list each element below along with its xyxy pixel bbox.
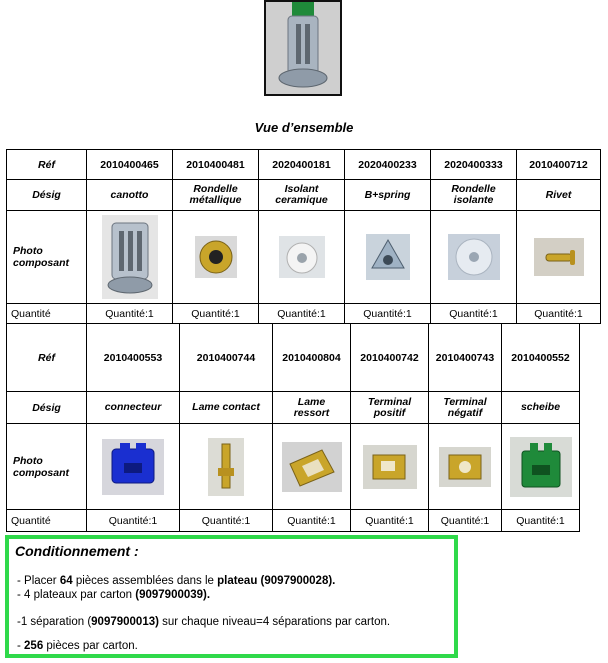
- spring-blade-icon: [281, 441, 342, 492]
- spring-clip-icon: [365, 234, 410, 280]
- quantity-cell: Quantité:1: [172, 303, 259, 324]
- desig-row: Désig connecteur Lame contact Lame ressor…: [6, 391, 580, 424]
- ref-cell: 2010400743: [428, 323, 502, 392]
- ref-cell: 2010400804: [272, 323, 351, 392]
- photo-cell: [430, 210, 517, 304]
- desig-label: Désig: [6, 391, 87, 424]
- photo-cell: [501, 423, 580, 510]
- desig-cell: Lame contact: [179, 391, 273, 424]
- components-table-2: Réf 2010400553 2010400744 2010400804 201…: [6, 323, 580, 532]
- ref-cell: 2020400181: [258, 149, 345, 180]
- negative-terminal-icon: [439, 446, 491, 487]
- quantity-cell: Quantité:1: [179, 509, 273, 532]
- quantity-cell: Quantité:1: [258, 303, 345, 324]
- ref-cell: 2020400233: [344, 149, 431, 180]
- desig-cell: canotto: [86, 179, 173, 211]
- ref-cell: 2010400553: [86, 323, 180, 392]
- quantity-cell: Quantité:1: [430, 303, 517, 324]
- quantity-label: Quantité: [6, 303, 87, 324]
- connector-icon: [102, 438, 164, 495]
- ref-cell: 2010400552: [501, 323, 580, 392]
- packaging-instructions-box: Conditionnement : - Placer 64 pièces ass…: [5, 535, 458, 658]
- quantity-cell: Quantité:1: [344, 303, 431, 324]
- ref-label: Réf: [6, 149, 87, 180]
- ref-cell: 2010400744: [179, 323, 273, 392]
- photo-cell: [86, 210, 173, 304]
- desig-cell: connecteur: [86, 391, 180, 424]
- insulating-washer-icon: [447, 234, 500, 280]
- photo-cell: [172, 210, 259, 304]
- packaging-line-4: - 256 pièces par carton.: [17, 640, 138, 652]
- photo-row: Photo composant: [6, 423, 580, 510]
- ref-label: Réf: [6, 323, 87, 392]
- quantity-cell: Quantité:1: [272, 509, 351, 532]
- components-table-1: Réf 2010400465 2010400481 2020400181 202…: [6, 149, 601, 324]
- quantity-cell: Quantité:1: [516, 303, 601, 324]
- photo-cell: [272, 423, 351, 510]
- rivet-icon: [533, 238, 584, 276]
- scheibe-part-icon: [509, 436, 572, 497]
- photo-cell: [258, 210, 345, 304]
- desig-cell: Lame ressort: [272, 391, 351, 424]
- contact-blade-icon: [208, 437, 244, 496]
- hollow-tube-part-icon: [101, 215, 158, 299]
- quantity-cell: Quantité:1: [350, 509, 429, 532]
- quantity-label: Quantité: [6, 509, 87, 532]
- desig-cell: Terminal négatif: [428, 391, 502, 424]
- quantity-cell: Quantité:1: [501, 509, 580, 532]
- ref-cell: 2010400465: [86, 149, 173, 180]
- photo-cell: [344, 210, 431, 304]
- page-title: Vue d’ensemble: [254, 120, 354, 135]
- desig-cell: Rondelle métallique: [172, 179, 259, 211]
- packaging-line-3: -1 séparation (9097900013) sur chaque ni…: [17, 616, 391, 628]
- desig-cell: Isolant ceramique: [258, 179, 345, 211]
- packaging-line-2: - 4 plateaux par carton (9097900039).: [17, 589, 211, 601]
- photo-label: Photo composant: [6, 210, 87, 304]
- ref-row: Réf 2010400553 2010400744 2010400804 201…: [6, 323, 580, 392]
- photo-cell: [350, 423, 429, 510]
- desig-cell: B+spring: [344, 179, 431, 211]
- ref-cell: 2010400742: [350, 323, 429, 392]
- photo-cell: [86, 423, 180, 510]
- photo-cell: [428, 423, 502, 510]
- photo-cell: [516, 210, 601, 304]
- desig-cell: scheibe: [501, 391, 580, 424]
- quantity-row: Quantité Quantité:1 Quantité:1 Quantité:…: [6, 303, 601, 324]
- quantity-row: Quantité Quantité:1 Quantité:1 Quantité:…: [6, 509, 580, 532]
- photo-cell: [179, 423, 273, 510]
- quantity-cell: Quantité:1: [428, 509, 502, 532]
- ref-cell: 2010400481: [172, 149, 259, 180]
- desig-cell: Rondelle isolante: [430, 179, 517, 211]
- ref-cell: 2020400333: [430, 149, 517, 180]
- positive-terminal-icon: [362, 444, 417, 489]
- desig-label: Désig: [6, 179, 87, 211]
- assembly-photo: [264, 0, 342, 96]
- ceramic-insulator-icon: [278, 236, 325, 278]
- desig-cell: Rivet: [516, 179, 601, 211]
- assembly-part-icon: [266, 2, 340, 94]
- photo-row: Photo composant: [6, 210, 601, 304]
- ref-cell: 2010400712: [516, 149, 601, 180]
- metal-washer-icon: [194, 236, 237, 278]
- quantity-cell: Quantité:1: [86, 509, 180, 532]
- photo-label: Photo composant: [6, 423, 87, 510]
- desig-row: Désig canotto Rondelle métallique Isolant…: [6, 179, 601, 211]
- desig-cell: Terminal positif: [350, 391, 429, 424]
- ref-row: Réf 2010400465 2010400481 2020400181 202…: [6, 149, 601, 180]
- packaging-title: Conditionnement :: [15, 543, 139, 559]
- packaging-line-1: - Placer 64 pièces assemblées dans le pl…: [17, 575, 336, 587]
- quantity-cell: Quantité:1: [86, 303, 173, 324]
